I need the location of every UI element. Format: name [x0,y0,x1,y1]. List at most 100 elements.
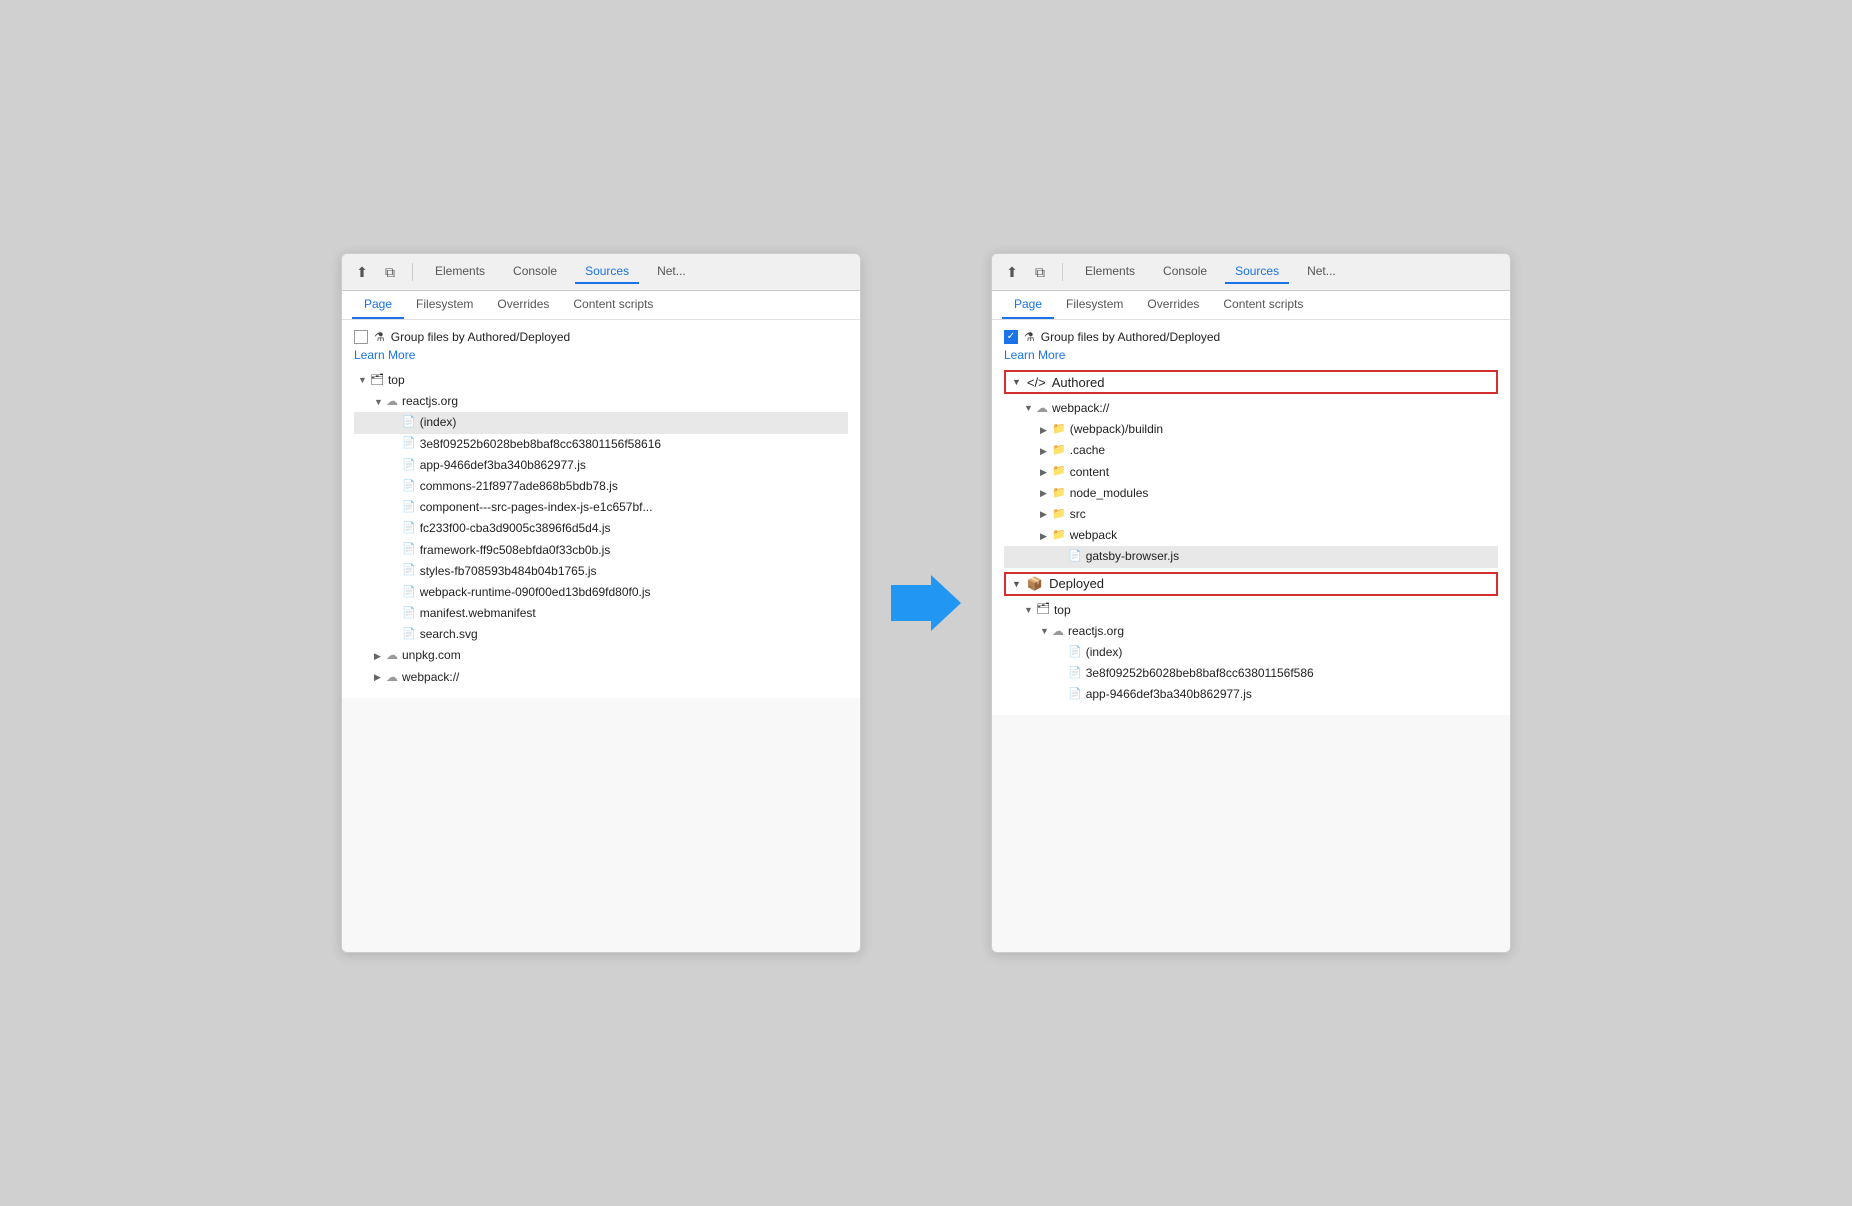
tree-item-index-right[interactable]: 📄 (index) [1004,642,1498,663]
main-container: ⬆ ⧉ Elements Console Sources Net... Page… [301,213,1551,993]
tree-item-node-modules[interactable]: 📁 node_modules [1004,483,1498,504]
right-subtab-page[interactable]: Page [1002,291,1054,319]
label-cache: .cache [1070,441,1105,460]
group-option-left: ⚗ Group files by Authored/Deployed [354,330,848,344]
file-icon-app: 📄 [402,457,416,475]
label-webpack-folder: webpack [1070,526,1117,545]
learn-more-right[interactable]: Learn More [1004,348,1498,362]
file-icon-hash-right: 📄 [1068,665,1082,683]
tree-item-webpack-folder[interactable]: 📁 webpack [1004,525,1498,546]
tree-item-fc233[interactable]: 📄 fc233f00-cba3d9005c3896f6d5d4.js [354,518,848,539]
left-file-tree: 🗂 top ☁ reactjs.org 📄 (index) 📄 [354,370,848,688]
tree-item-framework[interactable]: 📄 framework-ff9c508ebfda0f33cb0b.js [354,540,848,561]
tab-network[interactable]: Net... [647,260,696,284]
cloud-icon-reactjs: ☁ [386,392,398,411]
group-option-right: ⚗ Group files by Authored/Deployed [1004,330,1498,344]
tree-item-commons[interactable]: 📄 commons-21f8977ade868b5bdb78.js [354,476,848,497]
arrow-buildin [1040,423,1052,437]
file-icon-index: 📄 [402,414,416,432]
label-search-svg: search.svg [420,625,478,644]
group-checkbox-right[interactable] [1004,330,1018,344]
tree-item-webpack-left[interactable]: ☁ webpack:// [354,667,848,688]
tree-item-app-right[interactable]: 📄 app-9466def3ba340b862977.js [1004,684,1498,705]
arrow-content [1040,465,1052,479]
tab-sources[interactable]: Sources [575,260,639,284]
tree-item-manifest[interactable]: 📄 manifest.webmanifest [354,603,848,624]
tree-item-styles[interactable]: 📄 styles-fb708593b484b04b1765.js [354,561,848,582]
tree-item-hash-right[interactable]: 📄 3e8f09252b6028beb8baf8cc63801156f586 [1004,663,1498,684]
file-icon-app-right: 📄 [1068,686,1082,704]
tree-item-buildin[interactable]: 📁 (webpack)/buildin [1004,419,1498,440]
direction-arrow [891,575,961,631]
file-icon-framework: 📄 [402,541,416,559]
tree-item-content[interactable]: 📁 content [1004,462,1498,483]
arrow-reactjs [374,395,386,409]
tree-item-search-svg[interactable]: 📄 search.svg [354,624,848,645]
tree-item-src[interactable]: 📁 src [1004,504,1498,525]
file-icon-fc233: 📄 [402,520,416,538]
label-webpack-right: webpack:// [1052,399,1109,418]
right-tab-sources[interactable]: Sources [1225,260,1289,284]
arrow-node-modules [1040,486,1052,500]
folder-icon-buildin: 📁 [1052,421,1066,439]
left-devtools-panel: ⬆ ⧉ Elements Console Sources Net... Page… [341,253,861,953]
right-tab-console[interactable]: Console [1153,260,1217,284]
subtab-overrides[interactable]: Overrides [485,291,561,319]
layers-icon[interactable]: ⧉ [380,262,400,282]
authored-label: Authored [1052,375,1105,390]
tree-item-top-right[interactable]: 🗂 top [1004,600,1498,621]
label-gatsby-browser: gatsby-browser.js [1086,547,1179,566]
tree-item-hash1[interactable]: 📄 3e8f09252b6028beb8baf8cc63801156f58616 [354,434,848,455]
cursor-icon[interactable]: ⬆ [352,262,372,282]
folder-icon-src: 📁 [1052,506,1066,524]
file-icon-component: 📄 [402,499,416,517]
tab-elements[interactable]: Elements [425,260,495,284]
authored-section-header[interactable]: ▼ </> Authored [1004,370,1498,394]
tree-item-top[interactable]: 🗂 top [354,370,848,391]
label-styles: styles-fb708593b484b04b1765.js [420,562,597,581]
arrow-top [358,373,370,387]
label-index: (index) [420,413,457,432]
folder-icon-top: 🗂 [370,372,384,390]
folder-icon-webpack: 📁 [1052,527,1066,545]
right-toolbar-separator [1062,263,1063,281]
tree-item-unpkg[interactable]: ☁ unpkg.com [354,645,848,666]
subtab-filesystem[interactable]: Filesystem [404,291,485,319]
file-icon-webpack-runtime: 📄 [402,584,416,602]
subtab-content-scripts[interactable]: Content scripts [561,291,665,319]
label-buildin: (webpack)/buildin [1070,420,1163,439]
tree-item-index[interactable]: 📄 (index) [354,412,848,433]
tree-item-reactjs[interactable]: ☁ reactjs.org [354,391,848,412]
tree-item-gatsby-browser[interactable]: 📄 gatsby-browser.js [1004,546,1498,567]
cloud-icon-unpkg: ☁ [386,646,398,665]
left-panel-content: ⚗ Group files by Authored/Deployed Learn… [342,320,860,698]
right-subtab-filesystem[interactable]: Filesystem [1054,291,1135,319]
tree-item-webpack-right[interactable]: ☁ webpack:// [1004,398,1498,419]
label-content: content [1070,463,1109,482]
learn-more-left[interactable]: Learn More [354,348,848,362]
flask-icon-left: ⚗ [374,330,385,344]
arrow-connector [891,575,961,631]
subtab-page[interactable]: Page [352,291,404,319]
tree-item-app[interactable]: 📄 app-9466def3ba340b862977.js [354,455,848,476]
right-cursor-icon[interactable]: ⬆ [1002,262,1022,282]
label-framework: framework-ff9c508ebfda0f33cb0b.js [420,541,611,560]
right-subtab-overrides[interactable]: Overrides [1135,291,1211,319]
right-tab-elements[interactable]: Elements [1075,260,1145,284]
right-tab-network[interactable]: Net... [1297,260,1346,284]
tab-console[interactable]: Console [503,260,567,284]
box-icon-deployed: 📦 [1027,576,1043,592]
cloud-icon-reactjs-right: ☁ [1052,622,1064,641]
label-reactjs-right: reactjs.org [1068,622,1124,641]
deployed-section-header[interactable]: ▼ 📦 Deployed [1004,572,1498,596]
tree-item-webpack-runtime[interactable]: 📄 webpack-runtime-090f00ed13bd69fd80f0.j… [354,582,848,603]
group-checkbox-left[interactable] [354,330,368,344]
deployed-label: Deployed [1049,576,1104,591]
right-subtab-content-scripts[interactable]: Content scripts [1211,291,1315,319]
tree-item-component[interactable]: 📄 component---src-pages-index-js-e1c657b… [354,497,848,518]
right-layers-icon[interactable]: ⧉ [1030,262,1050,282]
file-icon-styles: 📄 [402,562,416,580]
tree-item-cache[interactable]: 📁 .cache [1004,440,1498,461]
arrow-reactjs-right [1040,624,1052,638]
tree-item-reactjs-right[interactable]: ☁ reactjs.org [1004,621,1498,642]
